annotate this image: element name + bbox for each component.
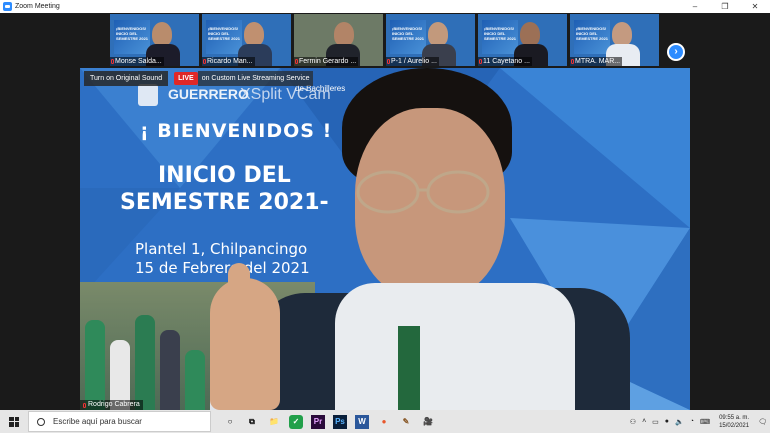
mic-muted-icon	[295, 59, 298, 64]
custom-streaming-label: on Custom Live Streaming Service	[197, 71, 314, 86]
glasses-icon	[356, 170, 490, 214]
app-green-icon[interactable]: ✓	[289, 414, 303, 429]
live-badge[interactable]: LIVE	[174, 72, 198, 85]
notifications-icon[interactable]: 🗨	[758, 418, 767, 426]
wifi-icon[interactable]: ◔	[690, 418, 694, 425]
premiere-icon[interactable]: Pr	[311, 414, 325, 429]
participant-name: Fermin Gerardo ...	[294, 57, 359, 66]
start-button[interactable]	[0, 410, 28, 433]
search-icon	[37, 417, 45, 426]
maximize-button[interactable]: ❐	[710, 0, 740, 13]
school-crest-icon	[138, 84, 158, 106]
participant-tile[interactable]: ¡BIENVENIDOS! INICIO DEL SEMESTRE 2021 11 …	[478, 14, 567, 66]
participant-name: 11 Cayetano ...	[478, 57, 532, 66]
speaker-tie	[398, 326, 420, 410]
clock-date: 15/02/2021	[719, 422, 750, 429]
minimize-button[interactable]: –	[680, 0, 710, 13]
slide-place: Plantel 1, Chilpancingo	[135, 240, 308, 258]
participant-tile[interactable]: ¡BIENVENIDOS! INICIO DEL SEMESTRE 2021 Ric…	[202, 14, 291, 66]
mic-muted-icon	[111, 59, 114, 64]
windows-icon	[9, 416, 19, 427]
next-page-button[interactable]: ›	[667, 43, 685, 61]
file-explorer-icon[interactable]: 📁	[263, 410, 285, 433]
mic-muted-icon	[83, 402, 86, 408]
participant-tile[interactable]: ¡BIENVENIDOS! INICIO DEL SEMESTRE 2021 P-1…	[386, 14, 475, 66]
volume-icon[interactable]: 🔈	[675, 418, 684, 426]
zoom-app-icon[interactable]: 🎥	[417, 410, 439, 433]
chevron-up-icon[interactable]: ˄	[642, 418, 646, 425]
mic-icon[interactable]: ●	[665, 418, 669, 425]
window-title: Zoom Meeting	[15, 3, 60, 10]
mic-muted-icon	[203, 59, 206, 64]
taskbar-search[interactable]: Escribe aquí para buscar	[28, 411, 211, 432]
participant-strip: ¡BIENVENIDOS! INICIO DEL SEMESTRE 2021 Mon…	[0, 13, 770, 68]
multitask-icon[interactable]: ⧉	[241, 410, 263, 433]
title-bar: Zoom Meeting – ❐ ✕	[0, 0, 770, 13]
participant-name: Ricardo Man...	[202, 57, 255, 66]
taskbar-apps: ○ ⧉ 📁 ✓ Pr Ps W ● ✎ 🎥	[219, 410, 439, 433]
brand-text: GUERRERO	[168, 86, 249, 102]
search-placeholder: Escribe aquí para buscar	[53, 417, 142, 426]
language-icon[interactable]: ⌨	[700, 418, 710, 426]
mic-muted-icon	[387, 59, 390, 64]
system-tray: ⚇ ˄ ▭ ● 🔈 ◔ ⌨ 09:55 a. m. 15/02/2021 🗨	[627, 410, 770, 433]
mic-muted-icon	[479, 59, 482, 64]
participant-tile[interactable]: ¡BIENVENIDOS! INICIO DEL SEMESTRE 2021 Mon…	[110, 14, 199, 66]
paint-icon[interactable]: ✎	[395, 410, 417, 433]
close-button[interactable]: ✕	[740, 0, 770, 13]
slide-line1: INICIO DEL	[158, 163, 291, 188]
slide-date: 15 de Febrero del 2021	[135, 259, 310, 277]
windows-taskbar: Escribe aquí para buscar ○ ⧉ 📁 ✓ Pr Ps W…	[0, 410, 770, 433]
streaming-bar: Turn on Original Sound LIVE on Custom Li…	[84, 71, 314, 86]
slide-line2: SEMESTRE 2021-	[120, 190, 329, 215]
speaker-finger	[228, 263, 250, 313]
task-view-icon[interactable]: ○	[219, 410, 241, 433]
mic-muted-icon	[571, 59, 574, 64]
participant-name: Monse Salda...	[110, 57, 164, 66]
welcome-heading: ¡ BIENVENIDOS !	[140, 120, 333, 142]
speaker-name-label: Rodrigo Cabrera	[80, 400, 143, 410]
word-icon[interactable]: W	[355, 414, 369, 429]
battery-icon[interactable]: ▭	[652, 418, 659, 426]
people-icon[interactable]: ⚇	[630, 418, 636, 426]
clock[interactable]: 09:55 a. m. 15/02/2021	[719, 414, 749, 430]
photoshop-icon[interactable]: Ps	[333, 414, 347, 429]
firefox-icon[interactable]: ●	[373, 410, 395, 433]
zoom-logo-icon	[3, 2, 12, 11]
participant-name: P-1 / Aurelio ...	[386, 57, 439, 66]
clock-time: 09:55 a. m.	[719, 414, 750, 421]
main-video[interactable]: GUERRERO XSplit VCam de Bachilleres ¡ BI…	[80, 68, 690, 410]
original-sound-button[interactable]: Turn on Original Sound	[84, 71, 169, 86]
speaker-shirt	[335, 283, 575, 410]
window-controls: – ❐ ✕	[680, 0, 770, 13]
participant-name: MTRA. MAR...	[570, 57, 623, 66]
participant-tile[interactable]: ¡BIENVENIDOS! INICIO DEL SEMESTRE 2021 MTR…	[570, 14, 659, 66]
participant-tile[interactable]: Fermin Gerardo ...	[294, 14, 383, 66]
chevron-right-icon: ›	[669, 45, 683, 59]
